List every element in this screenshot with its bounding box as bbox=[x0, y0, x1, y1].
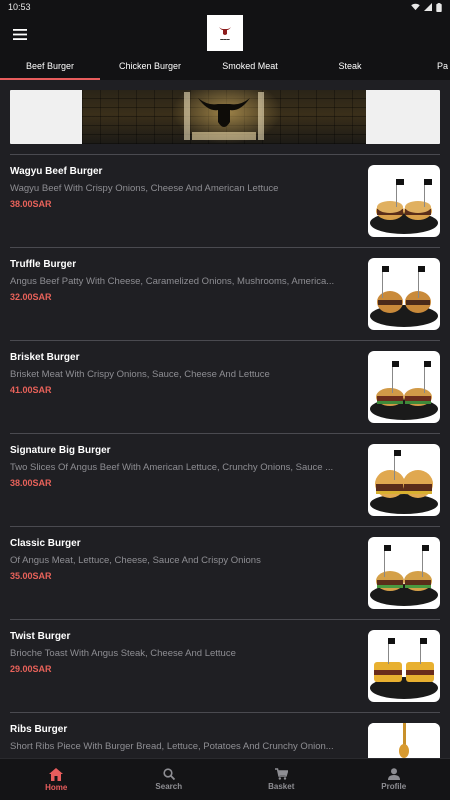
battery-icon bbox=[436, 2, 442, 12]
menu-item[interactable]: Wagyu Beef Burger Wagyu Beef With Crispy… bbox=[10, 155, 440, 248]
item-price: 38.00SAR bbox=[10, 478, 52, 488]
bottom-navigation: Home Search Basket Profile bbox=[0, 758, 450, 800]
item-description: Of Angus Meat, Lettuce, Cheese, Sauce An… bbox=[10, 555, 261, 566]
item-name: Twist Burger bbox=[10, 631, 71, 642]
bull-sign-icon bbox=[184, 92, 264, 140]
tab-beef-burger[interactable]: Beef Burger bbox=[0, 56, 100, 80]
status-icons bbox=[411, 2, 442, 12]
menu-list: Wagyu Beef Burger Wagyu Beef With Crispy… bbox=[0, 154, 450, 800]
item-name: Truffle Burger bbox=[10, 259, 77, 270]
nav-search-label: Search bbox=[155, 782, 183, 791]
item-name: Signature Big Burger bbox=[10, 445, 111, 456]
wifi-icon bbox=[411, 3, 420, 11]
item-description: Brioche Toast With Angus Steak, Cheese A… bbox=[10, 648, 236, 659]
hamburger-menu-icon bbox=[13, 28, 27, 40]
item-name: Classic Burger bbox=[10, 538, 81, 549]
menu-item[interactable]: Brisket Burger Brisket Meat With Crispy … bbox=[10, 341, 440, 434]
item-name: Ribs Burger bbox=[10, 724, 68, 735]
banner-image bbox=[82, 90, 366, 144]
item-name: Wagyu Beef Burger bbox=[10, 166, 103, 177]
item-name: Brisket Burger bbox=[10, 352, 80, 363]
nav-home[interactable]: Home bbox=[0, 759, 113, 800]
menu-item[interactable]: Signature Big Burger Two Slices Of Angus… bbox=[10, 434, 440, 527]
item-price: 32.00SAR bbox=[10, 292, 52, 302]
menu-item[interactable]: Twist Burger Brioche Toast With Angus St… bbox=[10, 620, 440, 713]
nav-profile-label: Profile bbox=[381, 782, 407, 791]
menu-item[interactable]: Classic Burger Of Angus Meat, Lettuce, C… bbox=[10, 527, 440, 620]
item-price: 38.00SAR bbox=[10, 199, 52, 209]
item-description: Angus Beef Patty With Cheese, Caramelize… bbox=[10, 276, 335, 287]
app-header: ▬▬▬ bbox=[0, 14, 450, 56]
item-description: Two Slices Of Angus Beef With American L… bbox=[10, 462, 334, 473]
item-price: 41.00SAR bbox=[10, 385, 52, 395]
tab-more[interactable]: Pa bbox=[400, 56, 450, 80]
signal-icon bbox=[424, 3, 432, 11]
nav-profile[interactable]: Profile bbox=[338, 759, 450, 800]
banner-container bbox=[0, 80, 450, 144]
item-image bbox=[368, 165, 440, 237]
item-price: 29.00SAR bbox=[10, 664, 52, 674]
app-screen: 10:53 ▬▬▬ Beef Burger Chicken Burger Smo… bbox=[0, 0, 450, 800]
status-bar: 10:53 bbox=[0, 0, 450, 14]
restaurant-logo: ▬▬▬ bbox=[207, 15, 243, 51]
item-image bbox=[368, 351, 440, 423]
item-image bbox=[368, 630, 440, 702]
menu-item[interactable]: Truffle Burger Angus Beef Patty With Che… bbox=[10, 248, 440, 341]
nav-basket-label: Basket bbox=[268, 782, 295, 791]
menu-button[interactable] bbox=[10, 24, 30, 44]
status-time: 10:53 bbox=[8, 2, 31, 12]
nav-home-label: Home bbox=[45, 782, 68, 792]
item-description: Brisket Meat With Crispy Onions, Sauce, … bbox=[10, 369, 270, 380]
item-description: Short Ribs Piece With Burger Bread, Lett… bbox=[10, 741, 334, 752]
tab-chicken-burger[interactable]: Chicken Burger bbox=[100, 56, 200, 80]
item-price: 35.00SAR bbox=[10, 571, 52, 581]
item-image bbox=[368, 444, 440, 516]
category-tabs: Beef Burger Chicken Burger Smoked Meat S… bbox=[0, 56, 450, 80]
nav-basket[interactable]: Basket bbox=[225, 759, 338, 800]
bull-logo-icon bbox=[219, 26, 231, 35]
profile-icon bbox=[387, 768, 400, 780]
item-description: Wagyu Beef With Crispy Onions, Cheese An… bbox=[10, 183, 279, 194]
promo-banner[interactable] bbox=[10, 90, 440, 144]
search-icon bbox=[163, 768, 175, 780]
tab-steak[interactable]: Steak bbox=[300, 56, 400, 80]
nav-search[interactable]: Search bbox=[113, 759, 226, 800]
item-image bbox=[368, 258, 440, 330]
item-image bbox=[368, 537, 440, 609]
tab-smoked-meat[interactable]: Smoked Meat bbox=[200, 56, 300, 80]
basket-icon bbox=[274, 768, 288, 780]
home-icon bbox=[49, 767, 64, 781]
